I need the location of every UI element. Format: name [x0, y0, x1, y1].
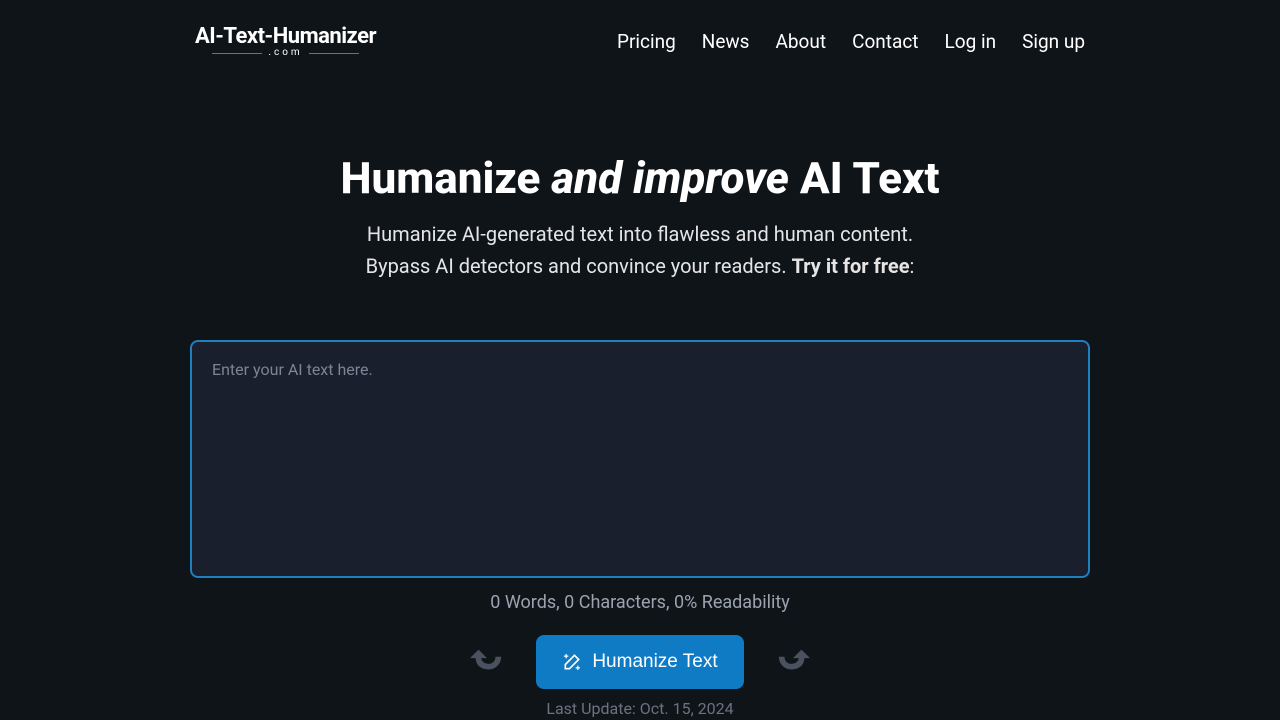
wand-icon: [562, 652, 582, 672]
undo-icon: [470, 646, 504, 676]
nav-login[interactable]: Log in: [945, 30, 997, 53]
undo-button[interactable]: [466, 642, 508, 683]
nav-signup[interactable]: Sign up: [1022, 30, 1085, 53]
ai-text-input[interactable]: [190, 340, 1090, 578]
site-header: AI-Text-Humanizer .com Pricing News Abou…: [0, 0, 1280, 82]
editor-container: 0 Words, 0 Characters, 0% Readability Hu…: [190, 340, 1090, 718]
redo-icon: [776, 646, 810, 676]
action-row: Humanize Text: [190, 635, 1090, 689]
nav-about[interactable]: About: [775, 30, 826, 53]
nav-pricing[interactable]: Pricing: [617, 30, 676, 53]
site-logo[interactable]: AI-Text-Humanizer .com: [195, 24, 376, 58]
logo-sub-text: .com: [268, 47, 302, 58]
page-title: Humanize and improve AI Text: [0, 152, 1280, 204]
humanize-button[interactable]: Humanize Text: [536, 635, 743, 689]
logo-main-text: AI-Text-Humanizer: [195, 24, 376, 49]
text-stats: 0 Words, 0 Characters, 0% Readability: [190, 592, 1090, 613]
redo-button[interactable]: [772, 642, 814, 683]
page-subtitle: Humanize AI-generated text into flawless…: [0, 218, 1280, 282]
primary-nav: Pricing News About Contact Log in Sign u…: [617, 30, 1085, 53]
last-update-text: Last Update: Oct. 15, 2024: [190, 699, 1090, 718]
hero-section: Humanize and improve AI Text Humanize AI…: [0, 152, 1280, 282]
nav-contact[interactable]: Contact: [852, 30, 918, 53]
humanize-button-label: Humanize Text: [592, 651, 717, 673]
nav-news[interactable]: News: [702, 30, 750, 53]
